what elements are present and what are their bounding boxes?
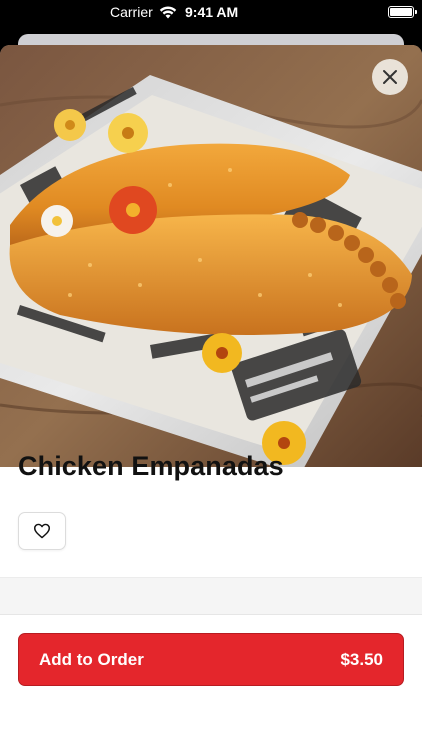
item-photo xyxy=(0,45,422,467)
section-divider xyxy=(0,577,422,615)
heart-icon xyxy=(34,523,50,539)
battery-icon xyxy=(388,6,417,18)
carrier-label: Carrier xyxy=(110,4,153,20)
empanada-photo xyxy=(0,45,422,467)
status-time: 9:41 AM xyxy=(185,4,239,20)
close-button[interactable] xyxy=(372,59,408,95)
add-to-order-label: Add to Order xyxy=(39,649,144,669)
favorite-button[interactable] xyxy=(18,512,66,550)
item-title: Chicken Empanadas xyxy=(18,451,284,481)
status-left: Carrier xyxy=(110,4,177,20)
close-icon xyxy=(383,70,397,84)
status-bar: Carrier 9:41 AM xyxy=(0,0,422,26)
add-to-order-button[interactable]: Add to Order $3.50 xyxy=(18,633,404,686)
item-price: $3.50 xyxy=(340,649,383,669)
wifi-icon xyxy=(159,6,176,18)
